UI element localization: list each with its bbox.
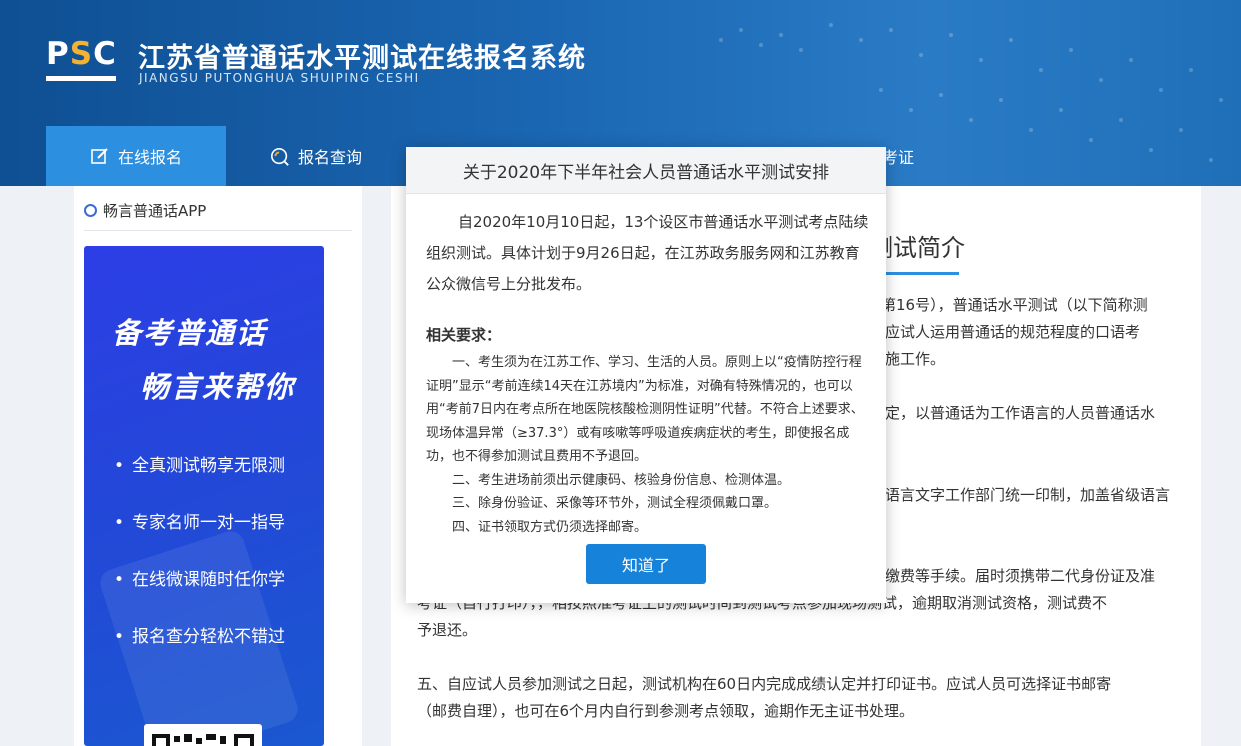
promo-feature: 专家名师一对一指导 xyxy=(114,508,285,565)
dialog-intro: 自2020年10月10日起，13个设区市普通话水平测试考点陆续组织测试。具体计划… xyxy=(426,213,869,293)
promo-headline-1: 备考普通话 xyxy=(112,316,268,350)
dialog-header: 关于2020年下半年社会人员普通话水平测试安排 xyxy=(406,147,886,194)
qr-code xyxy=(144,724,262,746)
site-title: 江苏省普通话水平测试在线报名系统 xyxy=(138,43,586,74)
nav-item-label: 在线报名 xyxy=(117,148,182,167)
promo-feature: 报名查分轻松不错过 xyxy=(114,622,285,679)
content-paragraph: 予退还。 xyxy=(417,621,478,639)
notice-dialog: 关于2020年下半年社会人员普通话水平测试安排 自2020年10月10日起，13… xyxy=(406,147,886,603)
nav-item-label: 报名查询 xyxy=(297,148,362,167)
content-paragraph: 定，以普通话为工作语言的人员普通话水 xyxy=(885,404,1156,422)
circle-icon xyxy=(84,204,97,217)
search-icon xyxy=(270,146,290,166)
content-paragraph: （邮费自理），也可在6个月内自行到参测考点领取，逾期作无主证书处理。 xyxy=(417,702,915,720)
content-paragraph: 施工作。 xyxy=(885,350,946,368)
content-paragraph: 应试人运用普通话的规范程度的口语考 xyxy=(885,323,1141,341)
dialog-title: 关于2020年下半年社会人员普通话水平测试安排 xyxy=(462,162,830,183)
requirement-item: 二、考生进场前须出示健康码、核验身份信息、检测体温。 xyxy=(452,472,791,488)
requirement-item: 三、除身份验证、采像等环节外，测试全程须佩戴口罩。 xyxy=(452,496,778,511)
nav-item-online-registration[interactable]: 在线报名 xyxy=(46,126,226,186)
content-paragraph: 五、自应试人员参加测试之日起，测试机构在60日内完成成绩认定并打印证书。应试人员… xyxy=(417,675,1112,693)
logo: PSC xyxy=(46,36,117,72)
promo-headline-2: 畅言来帮你 xyxy=(140,370,296,404)
edit-icon xyxy=(90,146,110,166)
site-subtitle: JIANGSU PUTONGHUA SHUIPING CESHI xyxy=(139,71,420,85)
logo-underline xyxy=(46,76,116,81)
content-paragraph: 语言文字工作部门统一印制，加盖省级语言 xyxy=(885,486,1171,504)
acknowledge-button[interactable]: 知道了 xyxy=(586,544,706,584)
requirements-heading: 相关要求： xyxy=(426,326,502,344)
promo-feature-list: 全真测试畅享无限测 专家名师一对一指导 在线微课随时任你学 报名查分轻松不错过 xyxy=(114,451,285,679)
content-paragraph: 缴费等手续。届时须携带二代身份证及准 xyxy=(885,567,1156,585)
app-title: 畅言普通话APP xyxy=(103,202,207,220)
divider xyxy=(84,230,352,231)
promo-feature: 全真测试畅享无限测 xyxy=(114,451,285,508)
nav-item-label: 考证 xyxy=(881,148,914,167)
nav-item-registration-query[interactable]: 报名查询 xyxy=(226,126,406,186)
promo-feature: 在线微课随时任你学 xyxy=(114,565,285,622)
app-section-title: 畅言普通话APP xyxy=(84,200,206,221)
dialog-body: 自2020年10月10日起，13个设区市普通话水平测试考点陆续组织测试。具体计划… xyxy=(426,207,874,539)
app-promo-banner[interactable]: 备考普通话 畅言来帮你 全真测试畅享无限测 专家名师一对一指导 在线微课随时任你… xyxy=(84,246,324,746)
requirement-item: 一、考生须为在江苏工作、学习、生活的人员。原则上以“疫情防控行程证明”显示“考前… xyxy=(426,355,864,464)
sidebar: 畅言普通话APP 备考普通话 畅言来帮你 全真测试畅享无限测 专家名师一对一指导… xyxy=(74,186,362,746)
requirement-item: 四、证书领取方式仍须选择邮寄。 xyxy=(452,519,648,535)
content-paragraph: 第16号），普通话水平测试（以下简称测 xyxy=(881,296,1148,314)
